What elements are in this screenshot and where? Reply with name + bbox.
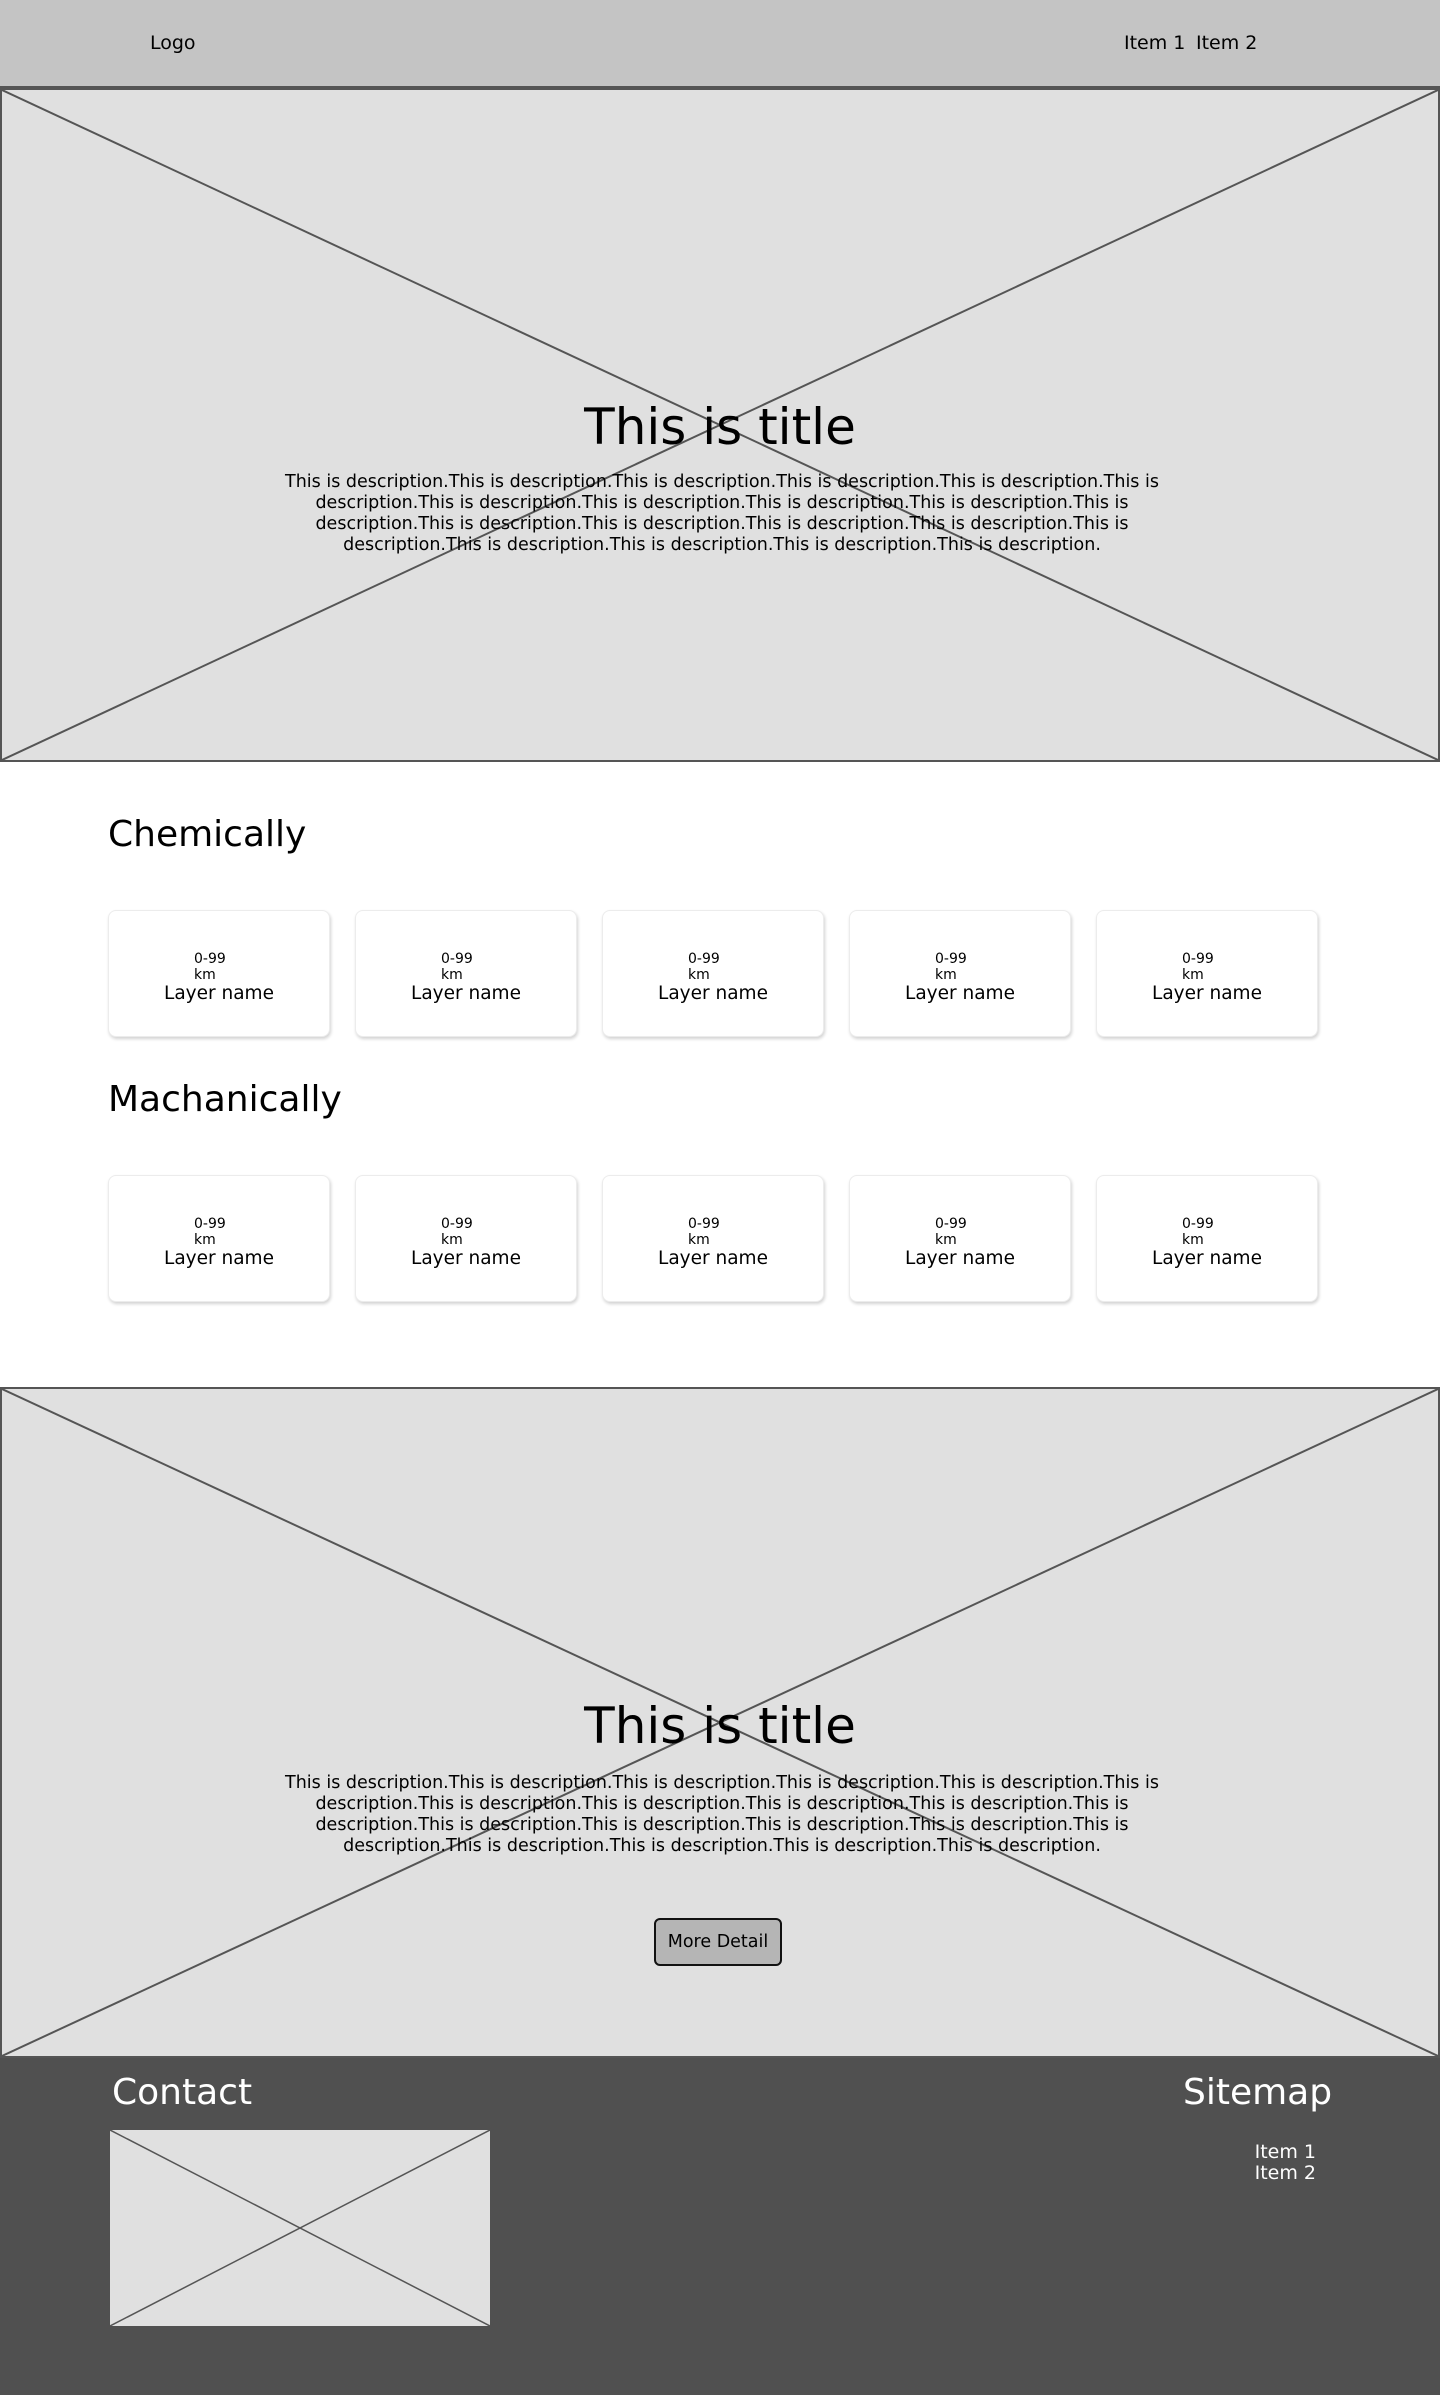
layer-card[interactable]: 0-99 km Layer name — [108, 1175, 330, 1302]
card-range: 0-99 — [441, 951, 473, 967]
layer-card[interactable]: 0-99 km Layer name — [849, 1175, 1071, 1302]
card-unit: km — [194, 967, 216, 983]
card-unit: km — [1182, 967, 1204, 983]
section-title-machanically: Machanically — [108, 1079, 342, 1120]
card-unit: km — [1182, 1232, 1204, 1248]
card-unit: km — [688, 967, 710, 983]
layer-card[interactable]: 0-99 km Layer name — [602, 910, 824, 1037]
card-label: Layer name — [905, 983, 1015, 1004]
card-unit: km — [441, 967, 463, 983]
map-placeholder — [110, 2130, 490, 2326]
hero-description: This is description.This is description.… — [285, 1773, 1159, 1856]
layer-card[interactable]: 0-99 km Layer name — [1096, 910, 1318, 1037]
image-placeholder-icon — [110, 2130, 490, 2326]
card-range: 0-99 — [688, 1216, 720, 1232]
layer-card[interactable]: 0-99 km Layer name — [355, 1175, 577, 1302]
card-label: Layer name — [658, 1248, 768, 1269]
card-unit: km — [935, 967, 957, 983]
card-label: Layer name — [658, 983, 768, 1004]
card-range: 0-99 — [1182, 951, 1214, 967]
layer-card[interactable]: 0-99 km Layer name — [355, 910, 577, 1037]
card-label: Layer name — [164, 1248, 274, 1269]
logo[interactable]: Logo — [150, 32, 196, 54]
hero-title: This is title — [584, 1697, 856, 1755]
card-label: Layer name — [411, 983, 521, 1004]
sitemap-item-2[interactable]: Item 2 — [1166, 2162, 1316, 2184]
card-range: 0-99 — [688, 951, 720, 967]
card-range: 0-99 — [194, 1216, 226, 1232]
layer-card[interactable]: 0-99 km Layer name — [602, 1175, 824, 1302]
section-title-chemically: Chemically — [108, 814, 307, 855]
card-label: Layer name — [164, 983, 274, 1004]
card-unit: km — [688, 1232, 710, 1248]
card-range: 0-99 — [935, 1216, 967, 1232]
hero-title: This is title — [584, 398, 856, 456]
card-unit: km — [935, 1232, 957, 1248]
card-range: 0-99 — [935, 951, 967, 967]
more-detail-button[interactable]: More Detail — [654, 1918, 782, 1966]
card-label: Layer name — [1152, 1248, 1262, 1269]
hero-description: This is description.This is description.… — [285, 472, 1159, 555]
card-range: 0-99 — [194, 951, 226, 967]
card-unit: km — [441, 1232, 463, 1248]
hero-banner-1: This is title This is description.This i… — [0, 88, 1440, 762]
card-range: 0-99 — [441, 1216, 473, 1232]
nav-item-1[interactable]: Item 1 — [1124, 32, 1185, 54]
layer-card[interactable]: 0-99 km Layer name — [1096, 1175, 1318, 1302]
contact-title: Contact — [112, 2072, 253, 2113]
sitemap-item-1[interactable]: Item 1 — [1166, 2141, 1316, 2163]
card-label: Layer name — [411, 1248, 521, 1269]
card-label: Layer name — [905, 1248, 1015, 1269]
card-label: Layer name — [1152, 983, 1262, 1004]
layer-card[interactable]: 0-99 km Layer name — [849, 910, 1071, 1037]
nav-item-2[interactable]: Item 2 — [1196, 32, 1257, 54]
card-range: 0-99 — [1182, 1216, 1214, 1232]
sitemap-title: Sitemap — [1183, 2072, 1333, 2113]
card-unit: km — [194, 1232, 216, 1248]
layer-card[interactable]: 0-99 km Layer name — [108, 910, 330, 1037]
